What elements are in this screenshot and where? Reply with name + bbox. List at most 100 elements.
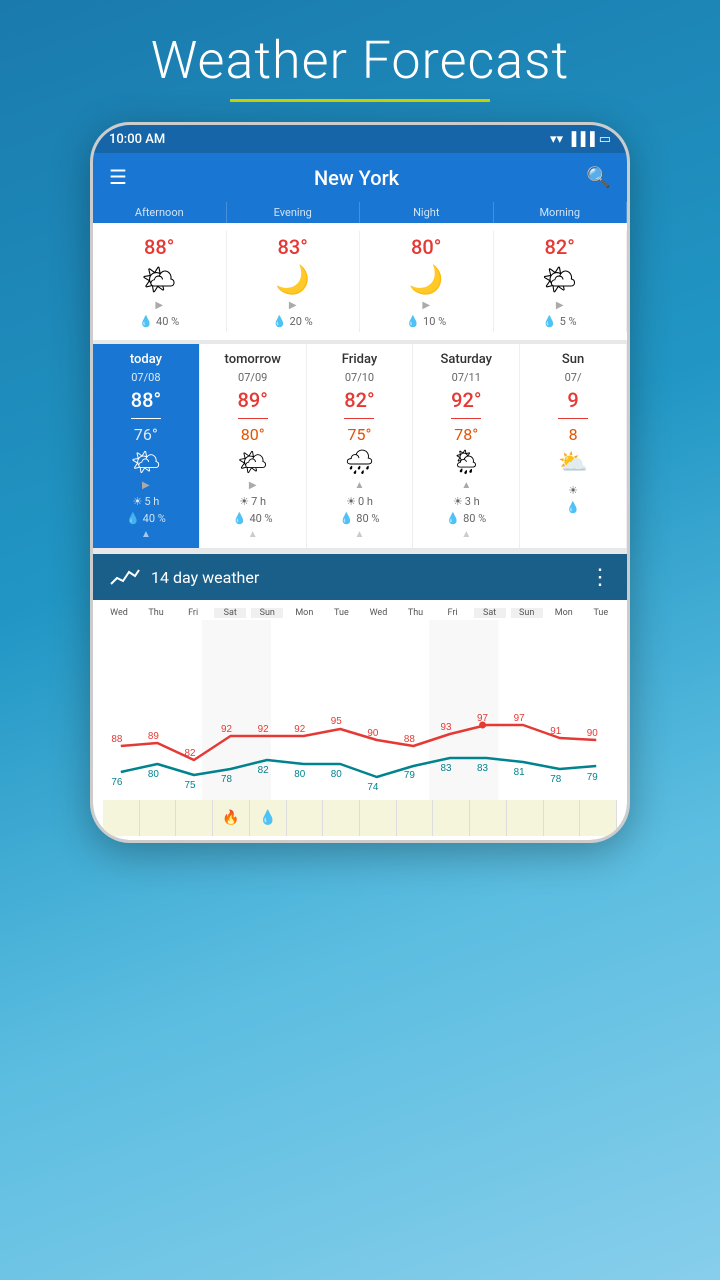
forecast-precip-0: 40 % — [143, 512, 166, 525]
svg-text:80: 80 — [294, 769, 305, 780]
svg-text:82: 82 — [184, 748, 195, 759]
day-label-10: Sat — [474, 608, 506, 618]
forecast-sun-3: 3 h — [465, 495, 480, 508]
forecast-precip-3: 80 % — [463, 512, 486, 525]
day-label-4: Sun — [251, 608, 283, 618]
day-label-5: Mon — [288, 608, 320, 618]
battery-icon: ▭ — [599, 132, 611, 147]
search-button[interactable]: 🔍 — [586, 165, 611, 190]
wifi-icon: ▾▾ — [550, 132, 563, 147]
bottom-icon-8 — [397, 800, 434, 836]
hourly-precip-2: 10 % — [423, 315, 446, 328]
section-14day-header: 14 day weather ⋮ — [93, 554, 627, 600]
day-label-7: Wed — [362, 608, 394, 618]
forecast-col-sun[interactable]: Sun 07/ 9 8 ⛅ ☀ 💧 — [520, 344, 627, 548]
svg-text:80: 80 — [331, 769, 342, 780]
hourly-wind-1: ▶ — [289, 300, 297, 311]
forecast-date-3: 07/11 — [452, 371, 481, 384]
city-title: New York — [143, 166, 570, 190]
hourly-data-row: 88° 🌤 ▶ 💧40 % 83° 🌙 ▶ 💧20 % 80° 🌙 ▶ 💧10 … — [93, 223, 627, 340]
signal-icon: ▐▐▐ — [567, 131, 595, 147]
hourly-item-0[interactable]: 88° 🌤 ▶ 💧40 % — [93, 231, 227, 332]
status-time: 10:00 AM — [109, 132, 165, 147]
forecast-low-1: 80° — [241, 425, 265, 444]
day-label-11: Sun — [511, 608, 543, 618]
forecast-high-2: 82° — [344, 388, 374, 412]
forecast-low-4: 8 — [569, 425, 578, 444]
hourly-header-night: Night — [360, 202, 494, 223]
forecast-high-1: 89° — [238, 388, 268, 412]
forecast-wind-0: ▶ — [142, 480, 150, 491]
svg-text:75: 75 — [184, 780, 195, 791]
forecast-day-4: Sun — [562, 352, 584, 367]
hourly-item-2[interactable]: 80° 🌙 ▶ 💧10 % — [360, 231, 494, 332]
menu-button[interactable]: ☰ — [109, 165, 127, 190]
svg-text:97: 97 — [514, 713, 525, 724]
day-label-9: Fri — [437, 608, 469, 618]
svg-text:74: 74 — [367, 782, 378, 793]
bottom-icon-5 — [287, 800, 324, 836]
bottom-icon-3: 🔥 — [213, 800, 250, 836]
forecast-col-friday[interactable]: Friday 07/10 82° 75° 🌧 ▲ ☀0 h 💧80 % ▲ — [307, 344, 414, 548]
bottom-icon-7 — [360, 800, 397, 836]
hourly-temp-3: 82° — [545, 235, 575, 259]
section-14day-title: 14 day weather — [151, 568, 579, 587]
hourly-wind-0: ▶ — [155, 300, 163, 311]
forecast-date-1: 07/09 — [238, 371, 267, 384]
bottom-icon-1 — [140, 800, 177, 836]
forecast-date-0: 07/08 — [131, 371, 160, 384]
forecast-low-0: 76° — [134, 425, 158, 444]
svg-text:79: 79 — [404, 770, 415, 781]
hourly-temp-0: 88° — [144, 235, 174, 259]
bottom-icon-12 — [544, 800, 581, 836]
hourly-precip-3: 5 % — [560, 315, 577, 328]
forecast-sun-0: 5 h — [144, 495, 159, 508]
forecast-table: today 07/08 88° 76° 🌤 ▶ ☀5 h 💧40 % ▲ tom… — [93, 344, 627, 548]
bottom-icon-11 — [507, 800, 544, 836]
forecast-high-0: 88° — [131, 388, 161, 412]
hourly-header-afternoon: Afternoon — [93, 202, 227, 223]
forecast-sun-2: 0 h — [358, 495, 373, 508]
bottom-icon-13 — [580, 800, 617, 836]
forecast-wind-1: ▶ — [249, 480, 257, 491]
hourly-temp-1: 83° — [278, 235, 308, 259]
bottom-icon-10 — [470, 800, 507, 836]
forecast-day-1: tomorrow — [225, 352, 281, 367]
page-title: Weather Forecast — [151, 30, 570, 91]
status-icons: ▾▾ ▐▐▐ ▭ — [550, 131, 611, 147]
svg-text:83: 83 — [477, 763, 488, 774]
forecast-col-saturday[interactable]: Saturday 07/11 92° 78° 🌦 ▲ ☀3 h 💧80 % ▲ — [413, 344, 520, 548]
forecast-high-3: 92° — [451, 388, 481, 412]
svg-text:82: 82 — [258, 765, 269, 776]
hourly-item-3[interactable]: 82° 🌤 ▶ 💧5 % — [494, 231, 628, 332]
forecast-col-tomorrow[interactable]: tomorrow 07/09 89° 80° 🌤 ▶ ☀7 h 💧40 % ▲ — [200, 344, 307, 548]
forecast-precip-1: 40 % — [249, 512, 272, 525]
svg-text:78: 78 — [550, 774, 561, 785]
hourly-precip-1: 20 % — [290, 315, 313, 328]
forecast-day-2: Friday — [342, 352, 378, 367]
hourly-item-1[interactable]: 83° 🌙 ▶ 💧20 % — [227, 231, 361, 332]
svg-text:80: 80 — [148, 769, 159, 780]
day-label-1: Thu — [140, 608, 172, 618]
bottom-icon-4: 💧 — [250, 800, 287, 836]
svg-text:92: 92 — [258, 724, 269, 735]
svg-text:95: 95 — [331, 716, 342, 727]
more-options-button[interactable]: ⋮ — [589, 564, 611, 590]
svg-text:91: 91 — [550, 726, 561, 737]
hourly-wind-2: ▶ — [422, 300, 430, 311]
forecast-date-2: 07/10 — [345, 371, 374, 384]
hourly-header-evening: Evening — [227, 202, 361, 223]
hourly-precip-0: 40 % — [156, 315, 179, 328]
day-label-8: Thu — [400, 608, 432, 618]
svg-text:76: 76 — [111, 777, 122, 788]
svg-text:92: 92 — [221, 724, 232, 735]
day-label-2: Fri — [177, 608, 209, 618]
bottom-icon-0 — [103, 800, 140, 836]
svg-text:90: 90 — [367, 728, 378, 739]
svg-text:92: 92 — [294, 724, 305, 735]
day-label-0: Wed — [103, 608, 135, 618]
forecast-wind-2: ▲ — [355, 480, 365, 491]
day-label-3: Sat — [214, 608, 246, 618]
forecast-col-today[interactable]: today 07/08 88° 76° 🌤 ▶ ☀5 h 💧40 % ▲ — [93, 344, 200, 548]
forecast-precip-2: 80 % — [356, 512, 379, 525]
